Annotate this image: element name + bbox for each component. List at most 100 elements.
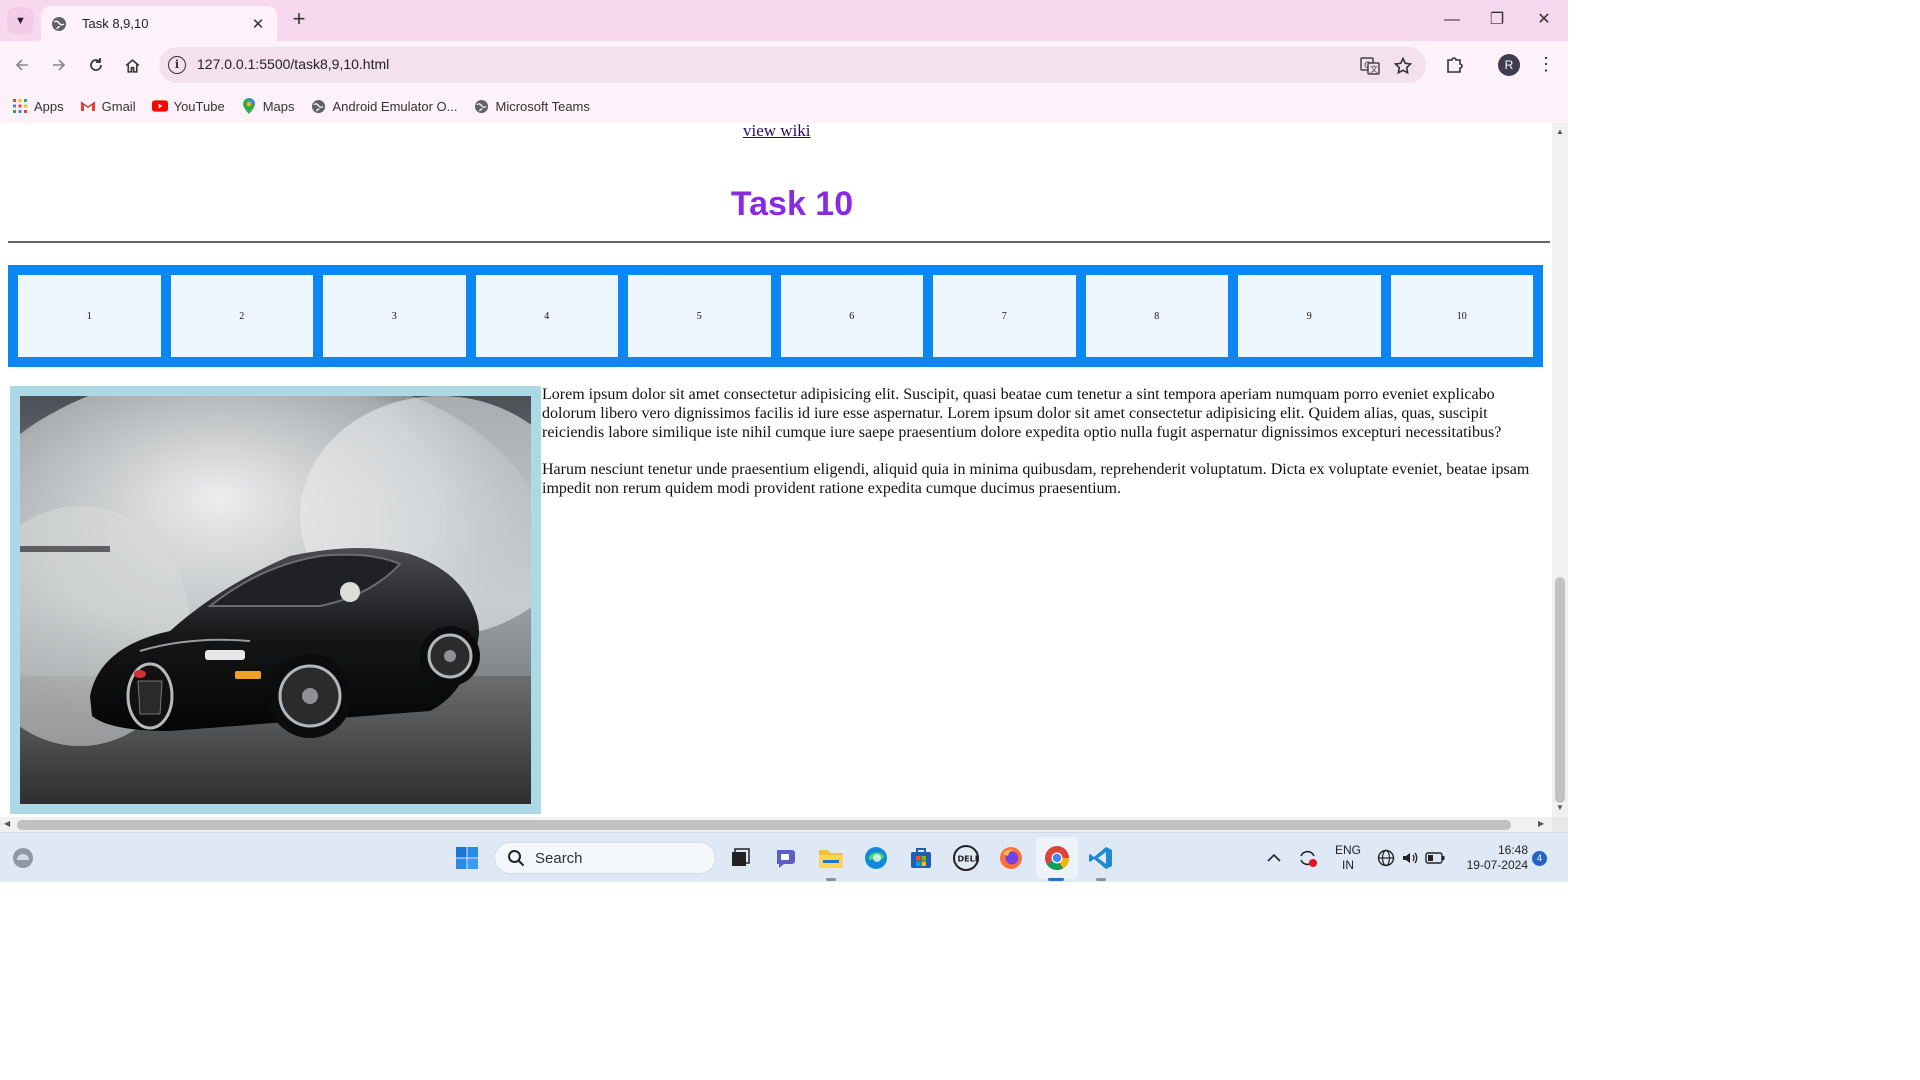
- scroll-left-arrow-icon[interactable]: ◀: [4, 819, 10, 828]
- edge-browser-icon[interactable]: [862, 844, 890, 872]
- running-indicator: [826, 878, 836, 881]
- forward-button[interactable]: [46, 52, 72, 78]
- home-button[interactable]: [119, 52, 145, 78]
- globe-icon: [310, 98, 326, 114]
- bookmark-apps[interactable]: Apps: [12, 98, 64, 114]
- home-icon: [125, 58, 139, 73]
- chevron-up-icon[interactable]: [1262, 844, 1286, 872]
- address-bar[interactable]: i 127.0.0.1:5500/task8,9,10.html G文: [159, 47, 1426, 83]
- tab-title: Task 8,9,10: [82, 16, 149, 31]
- search-placeholder: Search: [535, 849, 583, 867]
- windows-taskbar: Search DELL ENG IN 16:48 19-07-2024 4: [0, 832, 1568, 882]
- running-indicator: [1096, 878, 1106, 881]
- page-heading: Task 10: [730, 185, 854, 223]
- tab-close-icon[interactable]: ✕: [249, 15, 267, 33]
- microsoft-store-icon[interactable]: [907, 844, 935, 872]
- box-container: 1 2 3 4 5 6 7 8 9 10: [8, 265, 1543, 367]
- windows-start-icon[interactable]: [453, 844, 481, 872]
- car-image-frame: [10, 386, 541, 814]
- volume-icon[interactable]: [1398, 844, 1422, 872]
- clock[interactable]: 16:48 19-07-2024: [1456, 843, 1528, 873]
- tab-search-dropdown-button[interactable]: ▼: [7, 7, 34, 34]
- chrome-icon[interactable]: [1043, 844, 1071, 872]
- globe-icon: [52, 16, 66, 31]
- bookmark-label: Apps: [34, 98, 64, 114]
- browser-tab[interactable]: Task 8,9,10 ✕: [41, 6, 277, 41]
- grid-box-6: 6: [780, 275, 923, 357]
- url-text[interactable]: 127.0.0.1:5500/task8,9,10.html: [197, 56, 389, 72]
- battery-icon[interactable]: [1423, 844, 1447, 872]
- clock-date: 19-07-2024: [1466, 858, 1528, 872]
- horizontal-scroll-thumb[interactable]: [17, 820, 1511, 830]
- active-indicator: [1048, 878, 1064, 881]
- clock-time: 16:48: [1497, 843, 1528, 857]
- site-info-icon[interactable]: i: [168, 56, 186, 74]
- vscode-icon[interactable]: [1087, 844, 1115, 872]
- bookmark-gmail[interactable]: Gmail: [80, 98, 136, 114]
- dell-icon[interactable]: DELL: [952, 844, 980, 872]
- sync-alert-icon[interactable]: [1295, 844, 1321, 872]
- grid-box-4: 4: [475, 275, 618, 357]
- language-indicator[interactable]: ENG IN: [1331, 843, 1365, 873]
- extensions-puzzle-icon[interactable]: [1444, 54, 1466, 76]
- teams-chat-icon[interactable]: [772, 844, 800, 872]
- chevron-down-icon: ▼: [15, 14, 26, 27]
- grid-box-3: 3: [323, 275, 466, 357]
- bookmark-label: YouTube: [173, 98, 225, 114]
- restore-button[interactable]: ❐: [1482, 8, 1512, 32]
- vertical-scroll-thumb[interactable]: [1555, 577, 1565, 803]
- minimize-button[interactable]: —: [1437, 8, 1467, 32]
- back-button[interactable]: [9, 52, 35, 78]
- grid-box-8: 8: [1085, 275, 1228, 357]
- youtube-icon: [151, 98, 168, 114]
- apps-grid-icon: [12, 98, 28, 114]
- bookmark-microsoft-teams[interactable]: Microsoft Teams: [473, 98, 590, 114]
- profile-avatar[interactable]: R: [1498, 54, 1520, 76]
- paragraph-1: Lorem ipsum dolor sit amet consectetur a…: [542, 386, 1502, 441]
- horizontal-scrollbar[interactable]: ◀ ▶: [0, 817, 1552, 832]
- reload-button[interactable]: [83, 52, 109, 78]
- arrow-left-icon: [15, 59, 28, 71]
- reload-icon: [90, 58, 102, 71]
- language-code: ENG: [1334, 843, 1361, 857]
- grid-box-2: 2: [170, 275, 313, 357]
- translate-icon[interactable]: G文: [1360, 56, 1380, 76]
- taskbar-search-box[interactable]: Search: [494, 842, 716, 874]
- bookmark-android-emulator[interactable]: Android Emulator O...: [310, 98, 457, 114]
- maps-pin-icon: [241, 98, 257, 114]
- grid-box-5: 5: [628, 275, 771, 357]
- bookmark-youtube[interactable]: YouTube: [151, 98, 225, 114]
- gmail-icon: [80, 98, 96, 114]
- network-globe-icon[interactable]: [1374, 844, 1398, 872]
- arrow-right-icon: [53, 59, 66, 71]
- file-explorer-icon[interactable]: [817, 844, 845, 872]
- scroll-right-arrow-icon[interactable]: ▶: [1538, 819, 1544, 828]
- view-wiki-link[interactable]: view wiki: [743, 123, 811, 141]
- task-view-icon[interactable]: [726, 844, 754, 872]
- svg-text:文: 文: [1370, 64, 1378, 74]
- grid-box-7: 7: [933, 275, 1076, 357]
- window-close-button[interactable]: ✕: [1529, 8, 1559, 32]
- new-tab-button[interactable]: +: [287, 8, 311, 32]
- globe-icon: [473, 98, 489, 114]
- car-image: [20, 396, 531, 804]
- language-region: IN: [1342, 858, 1354, 872]
- bookmark-label: Gmail: [101, 98, 136, 114]
- more-options-icon[interactable]: ⋮: [1537, 53, 1555, 77]
- vertical-scrollbar[interactable]: ▲ ▼: [1552, 123, 1568, 817]
- firefox-icon[interactable]: [997, 844, 1025, 872]
- scroll-up-arrow-icon[interactable]: ▲: [1555, 127, 1565, 136]
- scroll-down-arrow-icon[interactable]: ▼: [1555, 803, 1565, 812]
- bookmark-maps[interactable]: Maps: [241, 98, 294, 114]
- notification-badge[interactable]: 4: [1532, 851, 1547, 866]
- search-icon: [508, 850, 525, 867]
- browser-titlebar: ▼ Task 8,9,10 ✕ + — ❐ ✕: [0, 0, 1568, 41]
- paragraph-2: Harum nesciunt tenetur unde praesentium …: [542, 461, 1530, 497]
- bookmark-star-icon[interactable]: [1393, 56, 1413, 76]
- bookmark-label: Android Emulator O...: [332, 98, 458, 114]
- widgets-weather-icon[interactable]: [9, 844, 37, 872]
- svg-text:DELL: DELL: [958, 855, 980, 864]
- grid-box-10: 10: [1390, 275, 1533, 357]
- bookmark-label: Microsoft Teams: [495, 98, 590, 114]
- browser-toolbar: i 127.0.0.1:5500/task8,9,10.html G文 R ⋮: [0, 41, 1568, 89]
